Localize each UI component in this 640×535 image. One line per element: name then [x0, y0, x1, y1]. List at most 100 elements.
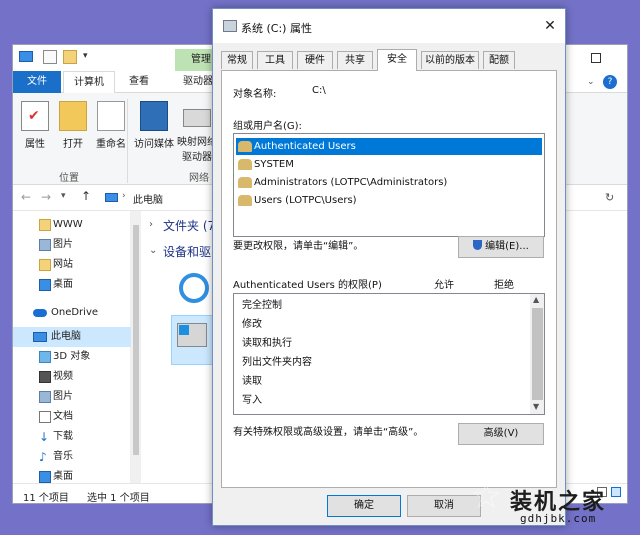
- dialog-titlebar: 系统 (C:) 属性 ✕: [213, 9, 565, 43]
- expand-chevron-icon[interactable]: ›: [149, 219, 153, 230]
- nav-label: 文档: [53, 411, 73, 422]
- ribbon-divider: [127, 99, 128, 183]
- ok-button[interactable]: 确定: [327, 495, 401, 517]
- list-item-administrators[interactable]: Administrators (LOTPC\Administrators): [236, 174, 447, 191]
- permissions-list[interactable]: 完全控制 修改 读取和执行 列出文件夹内容 读取 写入 ▲ ▼: [233, 293, 545, 415]
- tab-quota[interactable]: 配额: [483, 51, 515, 69]
- recent-locations-icon[interactable]: ▾: [61, 191, 66, 201]
- watermark-star-icon: ☆: [470, 476, 503, 517]
- tab-previous-versions[interactable]: 以前的版本: [421, 51, 479, 69]
- properties-quick-icon[interactable]: [43, 50, 57, 64]
- 3d-objects-icon: [39, 351, 51, 363]
- music-icon: ♪: [39, 450, 47, 464]
- drive-icon: [223, 20, 237, 32]
- users-icon: [238, 195, 252, 206]
- windows-logo-icon: [179, 325, 189, 335]
- list-item-users[interactable]: Users (LOTPC\Users): [236, 192, 357, 209]
- dialog-title: 系统 (C:) 属性: [241, 22, 312, 35]
- nav-scrollbar[interactable]: [131, 211, 141, 483]
- map-drive-label-1: 映射网络: [177, 137, 217, 148]
- nav-item[interactable]: 视频: [13, 367, 131, 387]
- edit-button[interactable]: 编辑(E)...: [458, 236, 544, 258]
- permission-item: 完全控制: [242, 300, 282, 311]
- tiles-view-icon[interactable]: [611, 487, 621, 497]
- nav-label: 视频: [53, 371, 73, 382]
- group-label: Users (LOTPC\Users): [254, 195, 357, 206]
- advanced-button[interactable]: 高级(V): [458, 423, 544, 445]
- customize-quick-access-icon[interactable]: ▾: [83, 51, 88, 61]
- properties-button[interactable]: ✔ 属性: [15, 101, 55, 150]
- section-folders-heading[interactable]: 文件夹 (7: [163, 217, 215, 234]
- folder-icon: [39, 219, 51, 231]
- security-panel: 对象名称: C:\ 组或用户名(G): Authenticated Users …: [221, 70, 557, 488]
- access-media-button[interactable]: 访问媒体: [131, 101, 177, 150]
- help-icon[interactable]: ?: [603, 75, 617, 89]
- group-label: Administrators (LOTPC\Administrators): [254, 177, 448, 188]
- back-arrow-icon[interactable]: ←: [21, 190, 31, 204]
- nav-item-this-pc[interactable]: 此电脑: [13, 327, 131, 347]
- tab-sharing[interactable]: 共享: [337, 51, 373, 69]
- nav-label: 下载: [53, 431, 73, 442]
- tab-computer[interactable]: 计算机: [63, 71, 115, 93]
- nav-label: OneDrive: [51, 307, 99, 318]
- nav-item[interactable]: ♪ 音乐: [13, 447, 131, 467]
- deny-column-header: 拒绝: [494, 280, 514, 291]
- nav-item-onedrive[interactable]: OneDrive: [13, 303, 131, 323]
- maximize-icon[interactable]: [591, 53, 601, 63]
- nav-item[interactable]: 3D 对象: [13, 347, 131, 367]
- documents-icon: [39, 411, 51, 423]
- nav-item[interactable]: 桌面: [13, 275, 131, 295]
- checklist-icon: ✔: [21, 101, 49, 131]
- permissions-label: Authenticated Users 的权限(P): [233, 280, 382, 291]
- list-item-authenticated-users[interactable]: Authenticated Users: [236, 138, 542, 155]
- network-drive-icon: [183, 109, 211, 127]
- group-label: Authenticated Users: [254, 141, 356, 152]
- up-arrow-icon[interactable]: ↑: [81, 189, 91, 203]
- nav-label: 网站: [53, 259, 73, 270]
- navigation-pane: WWW 图片 网站 桌面 OneDrive 此电脑 3D 对象 视频 图片 文档…: [13, 211, 131, 483]
- group-network-label: 网络: [189, 173, 209, 184]
- nav-item[interactable]: 图片: [13, 387, 131, 407]
- nav-item[interactable]: ↓ 下载: [13, 427, 131, 447]
- permission-item: 列出文件夹内容: [242, 357, 312, 368]
- open-label: 打开: [63, 139, 83, 150]
- section-devices-heading[interactable]: 设备和驱: [163, 243, 211, 260]
- pc-icon: [105, 193, 118, 202]
- object-name-label: 对象名称:: [233, 89, 277, 100]
- tab-file[interactable]: 文件: [13, 71, 61, 93]
- tab-security[interactable]: 安全: [377, 49, 417, 71]
- tab-general[interactable]: 常规: [221, 51, 253, 69]
- map-drive-label-2: 驱动器: [182, 152, 212, 163]
- desktop-icon: [39, 279, 51, 291]
- nav-item[interactable]: 网站: [13, 255, 131, 275]
- rename-label: 重命名: [96, 139, 126, 150]
- forward-arrow-icon[interactable]: →: [41, 190, 51, 204]
- new-folder-quick-icon[interactable]: [63, 50, 77, 64]
- video-icon: [39, 371, 51, 383]
- nav-item[interactable]: 图片: [13, 235, 131, 255]
- tab-hardware[interactable]: 硬件: [297, 51, 333, 69]
- pictures-icon: [39, 391, 51, 403]
- group-user-label: 组或用户名(G):: [233, 121, 302, 132]
- group-location-label: 位置: [59, 173, 79, 184]
- list-item-system[interactable]: SYSTEM: [236, 156, 294, 173]
- desktop-icon: [39, 471, 51, 483]
- baidu-cloud-icon[interactable]: [179, 273, 209, 303]
- open-button[interactable]: 打开: [53, 101, 93, 150]
- cloud-icon: [33, 309, 47, 317]
- pictures-icon: [39, 239, 51, 251]
- nav-item[interactable]: 文档: [13, 407, 131, 427]
- collapse-chevron-icon[interactable]: ⌄: [149, 245, 157, 256]
- properties-dialog: 系统 (C:) 属性 ✕ 常规 工具 硬件 共享 安全 以前的版本 配额 对象名…: [212, 8, 566, 526]
- scroll-up-icon[interactable]: ▲: [533, 295, 539, 304]
- scroll-down-icon[interactable]: ▼: [533, 402, 539, 411]
- tab-view[interactable]: 查看: [117, 71, 161, 93]
- group-user-list[interactable]: Authenticated Users SYSTEM Administrator…: [233, 133, 545, 237]
- refresh-icon[interactable]: ↻: [605, 191, 614, 204]
- scroll-thumb[interactable]: [532, 308, 543, 400]
- nav-item[interactable]: WWW: [13, 215, 131, 235]
- close-icon[interactable]: ✕: [539, 17, 561, 35]
- scroll-thumb[interactable]: [133, 225, 139, 455]
- tab-tools[interactable]: 工具: [257, 51, 293, 69]
- expand-ribbon-icon[interactable]: ⌄: [587, 77, 595, 87]
